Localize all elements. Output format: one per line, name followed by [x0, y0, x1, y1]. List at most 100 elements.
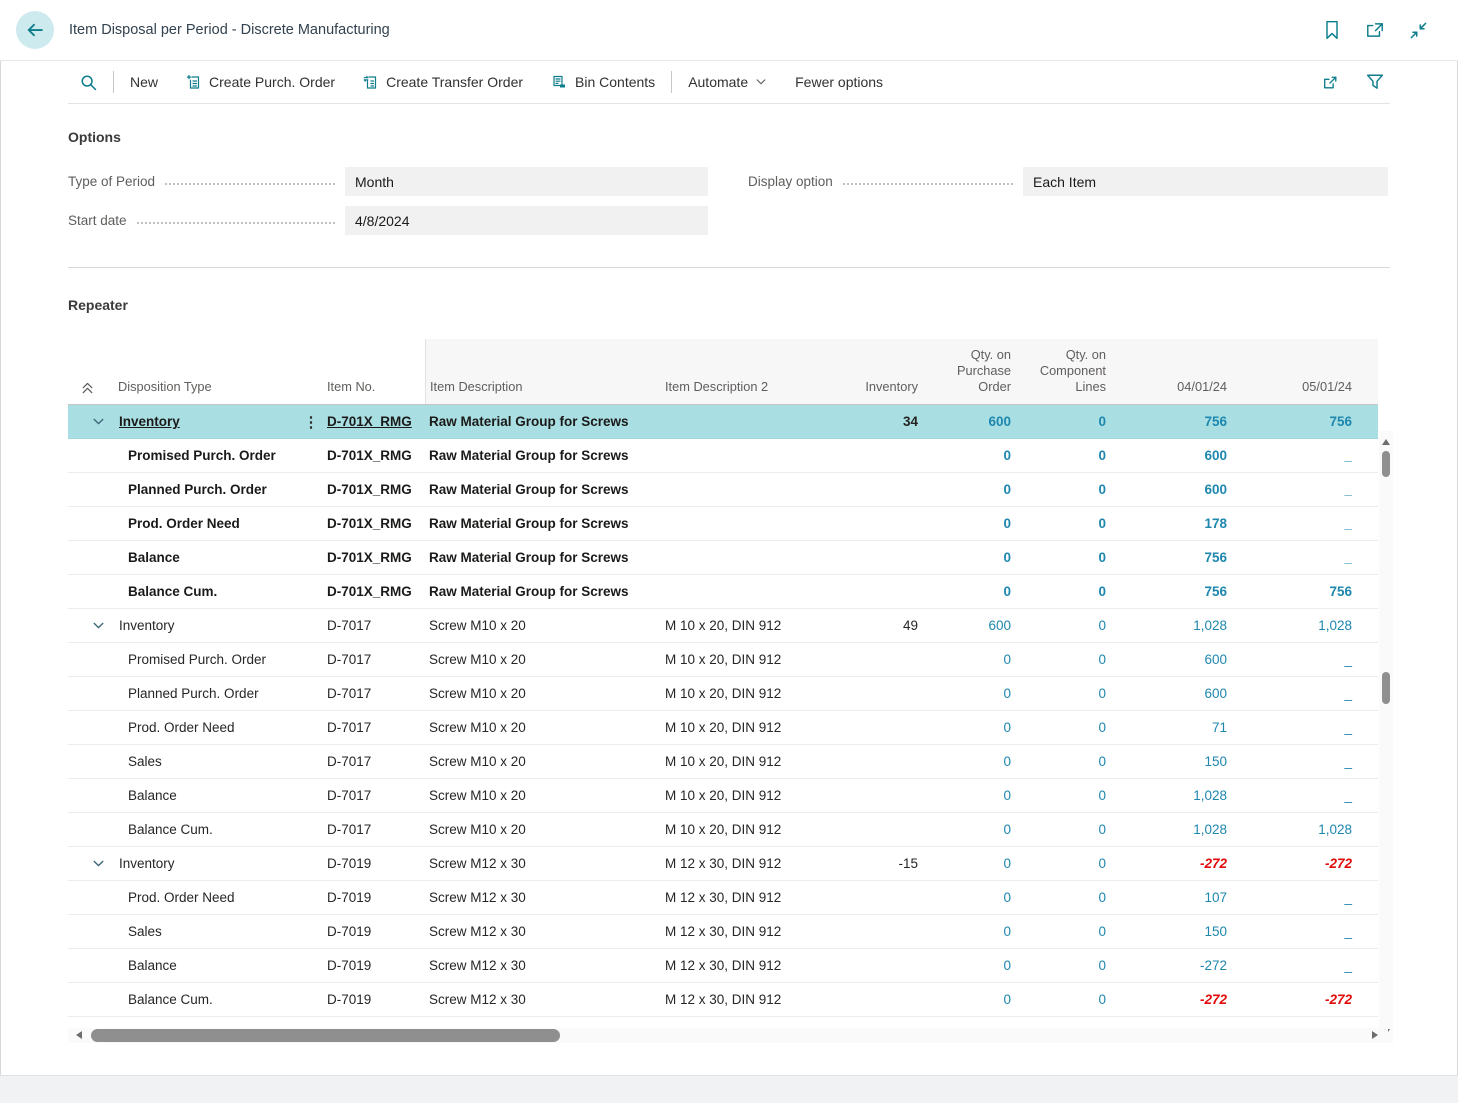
table-row[interactable]: Promised Purch. OrderD-7017Screw M10 x 2… [68, 643, 1378, 677]
cell-item-no[interactable]: D-7019 [322, 890, 425, 905]
cell-qty-on-component-lines[interactable]: 0 [1015, 992, 1110, 1007]
type-of-period-input[interactable]: Month [345, 167, 708, 196]
cell-inventory[interactable]: 34 [856, 414, 920, 429]
cell-period-2-value[interactable]: 1,028 [1229, 822, 1378, 837]
cell-qty-on-purchase-order[interactable]: 0 [920, 652, 1015, 667]
table-row[interactable]: Balance Cum.D-7017Screw M10 x 20M 10 x 2… [68, 813, 1378, 847]
table-row[interactable]: Prod. Order NeedD-701X_RMGRaw Material G… [68, 507, 1378, 541]
cell-item-description-2[interactable]: M 10 x 20, DIN 912 [660, 686, 856, 701]
cell-disposition-type[interactable]: Inventory [110, 856, 300, 871]
horizontal-scrollbar[interactable] [68, 1028, 1388, 1043]
cell-item-no[interactable]: D-7019 [322, 924, 425, 939]
open-in-new-window-icon[interactable] [1365, 21, 1385, 39]
cell-item-no[interactable]: D-7017 [322, 720, 425, 735]
column-header-qty-on-component-lines[interactable]: Qty. on Component Lines [1015, 339, 1110, 404]
cell-item-no[interactable]: D-7017 [322, 652, 425, 667]
cell-qty-on-component-lines[interactable]: 0 [1015, 652, 1110, 667]
vertical-scrollbar[interactable] [1379, 431, 1393, 1043]
cell-item-description[interactable]: Screw M10 x 20 [425, 754, 660, 769]
cell-period-2-value[interactable]: 756 [1229, 584, 1378, 599]
cell-period-1-value[interactable]: 178 [1110, 516, 1229, 531]
table-row[interactable]: Sales D-7019Screw M12 x 30M 12 x 30, DIN … [68, 915, 1378, 949]
cell-qty-on-component-lines[interactable]: 0 [1015, 856, 1110, 871]
cell-item-description-2[interactable]: M 10 x 20, DIN 912 [660, 720, 856, 735]
cell-qty-on-purchase-order[interactable]: 0 [920, 890, 1015, 905]
cell-period-1-value[interactable]: 1,028 [1110, 822, 1229, 837]
table-row[interactable]: BalanceD-7019Screw M12 x 30M 12 x 30, DI… [68, 949, 1378, 983]
cell-period-2-value[interactable]: 1,028 [1229, 618, 1378, 633]
horizontal-scrollbar-thumb[interactable] [91, 1029, 560, 1042]
cell-qty-on-component-lines[interactable]: 0 [1015, 788, 1110, 803]
cell-item-description-2[interactable]: M 12 x 30, DIN 912 [660, 924, 856, 939]
cell-period-1-value[interactable]: 71 [1110, 720, 1229, 735]
table-row[interactable]: Balance Cum.D-7019Screw M12 x 30M 12 x 3… [68, 983, 1378, 1017]
cell-disposition-type[interactable]: Balance [110, 958, 300, 973]
cell-disposition-type[interactable]: Prod. Order Need [110, 516, 300, 531]
cell-item-description[interactable]: Raw Material Group for Screws [425, 584, 660, 599]
column-header-inventory[interactable]: Inventory [856, 339, 920, 404]
cell-qty-on-component-lines[interactable]: 0 [1015, 720, 1110, 735]
cell-qty-on-purchase-order[interactable]: 0 [920, 958, 1015, 973]
collapse-all-button[interactable] [68, 339, 110, 404]
back-button[interactable] [16, 11, 54, 49]
cell-item-no[interactable]: D-7017 [322, 686, 425, 701]
cell-disposition-type[interactable]: Inventory [110, 414, 300, 429]
cell-period-2-value[interactable]: -272 [1229, 992, 1378, 1007]
cell-disposition-type[interactable]: Balance Cum. [110, 822, 300, 837]
cell-item-description[interactable]: Screw M12 x 30 [425, 958, 660, 973]
table-row[interactable]: InventoryD-7017Screw M10 x 20M 10 x 20, … [68, 609, 1378, 643]
scroll-left-arrow-icon[interactable] [76, 1031, 82, 1039]
cell-qty-on-purchase-order[interactable]: 600 [920, 618, 1015, 633]
cell-qty-on-component-lines[interactable]: 0 [1015, 822, 1110, 837]
table-row[interactable]: InventoryD-7019Screw M12 x 30M 12 x 30, … [68, 847, 1378, 881]
cell-period-1-value[interactable]: 1,028 [1110, 788, 1229, 803]
cell-item-description-2[interactable]: M 12 x 30, DIN 912 [660, 992, 856, 1007]
cell-item-description[interactable]: Raw Material Group for Screws [425, 550, 660, 565]
cell-disposition-type[interactable]: Planned Purch. Order [110, 482, 300, 497]
cell-item-description[interactable]: Raw Material Group for Screws [425, 482, 660, 497]
cell-disposition-type[interactable]: Balance Cum. [110, 584, 300, 599]
cell-disposition-type[interactable]: Sales [110, 924, 300, 939]
cell-qty-on-component-lines[interactable]: 0 [1015, 584, 1110, 599]
cell-inventory[interactable]: 49 [856, 618, 920, 633]
cell-item-description[interactable]: Screw M10 x 20 [425, 618, 660, 633]
cell-period-1-value[interactable]: -272 [1110, 958, 1229, 973]
bin-contents-button[interactable]: Bin Contents [537, 61, 669, 103]
column-header-qty-on-purchase-order[interactable]: Qty. on Purchase Order [920, 339, 1015, 404]
cell-qty-on-purchase-order[interactable]: 0 [920, 686, 1015, 701]
cell-item-no[interactable]: D-7017 [322, 788, 425, 803]
cell-qty-on-component-lines[interactable]: 0 [1015, 414, 1110, 429]
cell-item-description[interactable]: Screw M10 x 20 [425, 720, 660, 735]
cell-item-description[interactable]: Screw M12 x 30 [425, 992, 660, 1007]
cell-item-description-2[interactable]: M 10 x 20, DIN 912 [660, 822, 856, 837]
cell-item-description[interactable]: Screw M12 x 30 [425, 856, 660, 871]
cell-item-no[interactable]: D-7017 [322, 754, 425, 769]
cell-disposition-type[interactable]: Inventory [110, 618, 300, 633]
cell-qty-on-component-lines[interactable]: 0 [1015, 448, 1110, 463]
cell-disposition-type[interactable]: Balance [110, 550, 300, 565]
cell-item-description[interactable]: Screw M10 x 20 [425, 788, 660, 803]
cell-qty-on-component-lines[interactable]: 0 [1015, 958, 1110, 973]
cell-item-no[interactable]: D-7017 [322, 822, 425, 837]
expand-collapse-chevron-icon[interactable] [68, 856, 110, 871]
cell-qty-on-component-lines[interactable]: 0 [1015, 890, 1110, 905]
cell-qty-on-purchase-order[interactable]: 0 [920, 754, 1015, 769]
cell-item-description-2[interactable]: M 10 x 20, DIN 912 [660, 788, 856, 803]
cell-period-1-value[interactable]: 600 [1110, 686, 1229, 701]
cell-qty-on-purchase-order[interactable]: 0 [920, 550, 1015, 565]
cell-item-no[interactable]: D-701X_RMG [322, 414, 425, 429]
cell-qty-on-purchase-order[interactable]: 0 [920, 720, 1015, 735]
create-purch-order-button[interactable]: Create Purch. Order [172, 61, 349, 103]
cell-period-1-value[interactable]: 600 [1110, 482, 1229, 497]
table-row[interactable]: SalesD-7017Screw M10 x 20M 10 x 20, DIN … [68, 745, 1378, 779]
cell-item-no[interactable]: D-701X_RMG [322, 584, 425, 599]
cell-qty-on-purchase-order[interactable]: 600 [920, 414, 1015, 429]
table-row[interactable]: Prod. Order NeedD-7019Screw M12 x 30M 12… [68, 881, 1378, 915]
cell-item-description[interactable]: Screw M12 x 30 [425, 924, 660, 939]
cell-item-no[interactable]: D-7017 [322, 618, 425, 633]
table-row[interactable]: Planned Purch. OrderD-7017Screw M10 x 20… [68, 677, 1378, 711]
start-date-input[interactable]: 4/8/2024 [345, 206, 708, 235]
cell-item-description[interactable]: Raw Material Group for Screws [425, 414, 660, 429]
collapse-window-icon[interactable] [1409, 21, 1428, 40]
cell-period-2-value[interactable]: -272 [1229, 856, 1378, 871]
